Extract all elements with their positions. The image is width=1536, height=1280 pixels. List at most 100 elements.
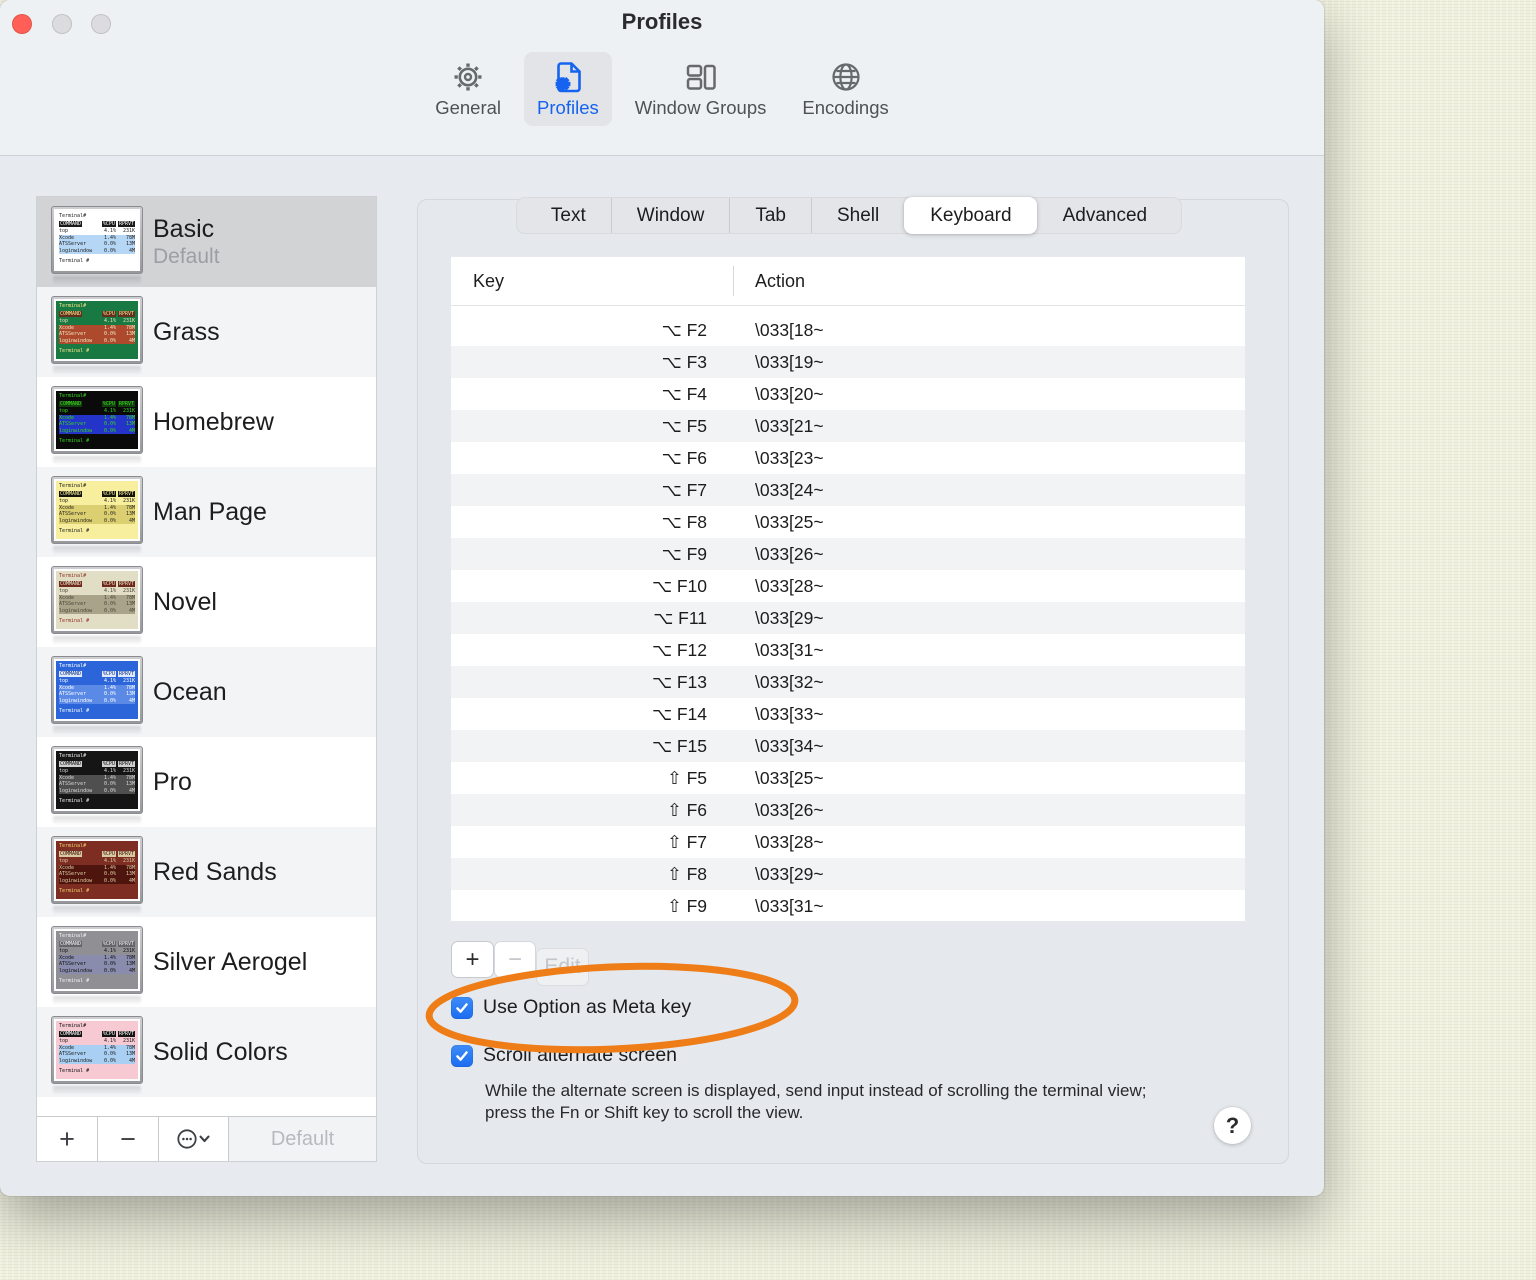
tab-advanced[interactable]: Advanced [1037, 198, 1173, 233]
preview-title-line: Terminal# [59, 663, 87, 669]
preview-header-row: COMMAND %CPU RPRVT [59, 310, 135, 317]
preview-column-badge: RPRVT [117, 940, 135, 947]
tab-tab[interactable]: Tab [729, 198, 811, 233]
toolbar-item-encodings[interactable]: Encodings [789, 52, 901, 126]
profile-list-item-basic[interactable]: Terminal# COMMAND %CPU RPRVT top 4.1% 231K Xc… [37, 197, 376, 287]
key-cell: ⌥ F6 [661, 447, 707, 468]
profile-tabs: Text Window Tab Shell Keyboard Advanced [516, 197, 1182, 234]
profile-list-item-ocean[interactable]: Terminal# COMMAND %CPU RPRVT top 4.1% 231K Xc… [37, 647, 376, 737]
preview-column-badge: RPRVT [117, 400, 135, 407]
preview-header-row: COMMAND %CPU RPRVT [59, 490, 135, 497]
table-row[interactable]: ⌥ F8 \033[25~ [451, 506, 1245, 538]
key-cell: ⌥ F5 [661, 415, 707, 436]
preview-column-badge: RPRVT [117, 1030, 135, 1037]
profile-thumbnail: Terminal# COMMAND %CPU RPRVT top 4.1% 231K Xc… [51, 476, 143, 554]
action-cell: \033[32~ [755, 671, 824, 692]
column-divider[interactable] [733, 266, 734, 296]
preview-prompt-line: Terminal # [59, 798, 90, 804]
preview-column-badge: COMMAND [59, 760, 83, 767]
key-cell: ⌥ F14 [651, 703, 707, 724]
table-row[interactable]: ⌥ F11 \033[29~ [451, 602, 1245, 634]
toolbar-item-general[interactable]: General [422, 52, 514, 126]
profile-list-item-solid-colors[interactable]: Terminal# COMMAND %CPU RPRVT top 4.1% 231K Xc… [37, 1007, 376, 1097]
preview-process-rows: top 4.1% 231K Xcode 1.4% 78M ATSServer 0.0% 13M l… [59, 948, 135, 974]
profile-list-item-grass[interactable]: Terminal# COMMAND %CPU RPRVT top 4.1% 231K Xc… [37, 287, 376, 377]
profile-actions-menu-button[interactable] [159, 1117, 229, 1161]
profile-list-item-novel[interactable]: Terminal# COMMAND %CPU RPRVT top 4.1% 231K Xc… [37, 557, 376, 647]
table-row[interactable]: ⌥ F15 \033[34~ [451, 730, 1245, 762]
terminal-preview: Terminal# COMMAND %CPU RPRVT top 4.1% 231K Xc… [54, 389, 140, 451]
action-cell: \033[24~ [755, 479, 824, 500]
profile-text: Homebrew [153, 408, 274, 437]
preview-process-rows: top 4.1% 231K Xcode 1.4% 78M ATSServer 0.0% 13M l… [59, 318, 135, 344]
profile-text: Silver Aerogel [153, 948, 307, 977]
table-row[interactable]: ⌥ F9 \033[26~ [451, 538, 1245, 570]
table-row[interactable]: ⌥ F5 \033[21~ [451, 410, 1245, 442]
action-cell: \033[21~ [755, 415, 824, 436]
scroll-alternate-screen-checkbox[interactable] [451, 1044, 473, 1067]
add-key-button[interactable]: + [451, 941, 494, 978]
preview-process-rows: top 4.1% 231K Xcode 1.4% 78M ATSServer 0.0% 13M l… [59, 588, 135, 614]
action-cell: \033[34~ [755, 735, 824, 756]
table-row[interactable]: ⌥ F2 \033[18~ [451, 314, 1245, 346]
help-button[interactable]: ? [1214, 1107, 1251, 1144]
key-cell: ⌥ F12 [651, 639, 707, 660]
table-row[interactable]: ⇧ F8 \033[29~ [451, 858, 1245, 890]
profile-list-item-silver-aerogel[interactable]: Terminal# COMMAND %CPU RPRVT top 4.1% 231K Xc… [37, 917, 376, 1007]
profile-list-item-pro[interactable]: Terminal# COMMAND %CPU RPRVT top 4.1% 231K Xc… [37, 737, 376, 827]
table-row[interactable]: ⌥ F14 \033[33~ [451, 698, 1245, 730]
table-row[interactable]: ⇧ F6 \033[26~ [451, 794, 1245, 826]
window-header: Profiles General Profiles Window Groups … [0, 0, 1324, 156]
profile-text: Solid Colors [153, 1038, 288, 1067]
action-cell: \033[29~ [755, 607, 824, 628]
checkmark-icon [456, 1050, 468, 1061]
thumbnail-reflection [53, 726, 141, 734]
profile-name: Solid Colors [153, 1037, 288, 1066]
thumbnail-reflection [53, 636, 141, 644]
action-cell: \033[25~ [755, 767, 824, 788]
table-row[interactable]: ⌥ F13 \033[32~ [451, 666, 1245, 698]
preview-header-row: COMMAND %CPU RPRVT [59, 940, 135, 947]
table-row[interactable]: ⇧ F9 \033[31~ [451, 890, 1245, 921]
preview-title-line: Terminal# [59, 303, 87, 309]
profile-thumbnail: Terminal# COMMAND %CPU RPRVT top 4.1% 231K Xc… [51, 296, 143, 374]
table-row[interactable]: ⌥ F10 \033[28~ [451, 570, 1245, 602]
preview-process-rows: top 4.1% 231K Xcode 1.4% 78M ATSServer 0.0% 13M l… [59, 1038, 135, 1064]
table-row[interactable]: ⇧ F7 \033[28~ [451, 826, 1245, 858]
remove-profile-button[interactable]: − [98, 1117, 159, 1161]
table-row[interactable]: ⌥ F12 \033[31~ [451, 634, 1245, 666]
tab-keyboard[interactable]: Keyboard [904, 197, 1037, 234]
profile-thumbnail: Terminal# COMMAND %CPU RPRVT top 4.1% 231K Xc… [51, 926, 143, 1004]
preview-column-badge: %CPU [101, 760, 116, 767]
toolbar-label-profiles: Profiles [537, 97, 599, 118]
remove-key-button[interactable]: − [494, 941, 536, 978]
tab-shell[interactable]: Shell [810, 198, 904, 233]
profile-list-item-homebrew[interactable]: Terminal# COMMAND %CPU RPRVT top 4.1% 231K Xc… [37, 377, 376, 467]
table-row[interactable]: ⌥ F4 \033[20~ [451, 378, 1245, 410]
profile-list-item-red-sands[interactable]: Terminal# COMMAND %CPU RPRVT top 4.1% 231K Xc… [37, 827, 376, 917]
preview-column-badge: %CPU [101, 670, 116, 677]
table-row[interactable]: ⌥ F3 \033[19~ [451, 346, 1245, 378]
add-profile-button[interactable]: + [37, 1117, 98, 1161]
preview-process-row: loginwindow 0.0% 4M [59, 697, 135, 704]
toolbar-item-profiles[interactable]: Profiles [524, 52, 612, 126]
table-row[interactable]: ⇧ F5 \033[25~ [451, 762, 1245, 794]
action-cell: \033[29~ [755, 863, 824, 884]
profile-list-item-man-page[interactable]: Terminal# COMMAND %CPU RPRVT top 4.1% 231K Xc… [37, 467, 376, 557]
toolbar-item-window-groups[interactable]: Window Groups [622, 52, 780, 126]
edit-key-button[interactable]: Edit [536, 948, 589, 986]
tab-text[interactable]: Text [526, 198, 611, 233]
action-cell: \033[26~ [755, 543, 824, 564]
use-option-as-meta-key-checkbox[interactable] [451, 996, 473, 1019]
preview-title-line: Terminal# [59, 843, 87, 849]
terminal-preview: Terminal# COMMAND %CPU RPRVT top 4.1% 231K Xc… [54, 299, 140, 361]
column-header-key[interactable]: Key [451, 271, 504, 292]
table-row[interactable]: ⌥ F6 \033[23~ [451, 442, 1245, 474]
table-row[interactable]: ⌥ F7 \033[24~ [451, 474, 1245, 506]
tab-window[interactable]: Window [610, 198, 730, 233]
alternate-screen-help-text: While the alternate screen is displayed,… [485, 1081, 1147, 1123]
preview-column-badge: COMMAND [59, 940, 83, 947]
column-header-action[interactable]: Action [755, 271, 805, 292]
set-default-button[interactable]: Default [229, 1117, 376, 1161]
preview-title-line: Terminal# [59, 213, 87, 219]
